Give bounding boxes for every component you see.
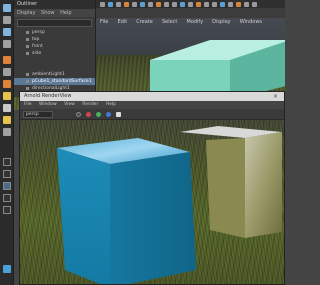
outliner-menu-help[interactable]: Help: [60, 10, 71, 16]
lasso-tool-icon[interactable]: [3, 16, 11, 24]
toolbar-icon[interactable]: [148, 1, 153, 7]
list-item[interactable]: side: [14, 50, 95, 57]
layout-four-icon[interactable]: [3, 170, 11, 178]
scale-tool-icon[interactable]: [3, 68, 11, 76]
list-item[interactable]: top: [14, 36, 95, 43]
menu-windows[interactable]: Windows: [240, 19, 262, 25]
render-menu-help[interactable]: Help: [106, 102, 116, 107]
render-stop-icon[interactable]: [76, 112, 81, 117]
viewport-menubar: File Edit Create Select Modify Display W…: [96, 8, 285, 25]
list-item-label: top: [32, 37, 40, 42]
list-item-label: side: [32, 51, 42, 56]
menu-edit[interactable]: Edit: [117, 19, 127, 25]
red-channel-icon[interactable]: [86, 112, 91, 117]
outliner-menubar: Display Show Help: [14, 9, 95, 17]
close-icon[interactable]: ×: [273, 92, 278, 101]
toolbar-icon[interactable]: [172, 1, 177, 7]
camera-icon: [26, 52, 29, 55]
menu-create[interactable]: Create: [136, 19, 153, 25]
camera-icon[interactable]: [3, 104, 11, 112]
green-channel-icon[interactable]: [96, 112, 101, 117]
toolbar-icon[interactable]: [156, 1, 161, 7]
layout-single-icon[interactable]: [3, 158, 11, 166]
list-item[interactable]: front: [14, 43, 95, 50]
camera-select[interactable]: persp: [23, 111, 53, 118]
toolbar-icon[interactable]: [220, 1, 225, 7]
menu-modify[interactable]: Modify: [187, 19, 204, 25]
toolbar-icon[interactable]: [180, 1, 185, 7]
select-tool-icon[interactable]: [3, 4, 11, 12]
render-menu-render[interactable]: Render: [82, 102, 98, 107]
tool-box: [0, 0, 14, 285]
camera-icon: [26, 38, 29, 41]
blue-channel-icon[interactable]: [106, 112, 111, 117]
render-view-window: Arnold RenderView × File Window View Ren…: [19, 91, 285, 285]
toolbar-icon[interactable]: [228, 1, 233, 7]
render-toolbar: persp: [20, 109, 284, 120]
light-icon: [26, 87, 29, 90]
toolbar-icon[interactable]: [124, 1, 129, 7]
maya-workspace: File Edit Create Select Modify Display W…: [0, 0, 285, 285]
render-window-titlebar[interactable]: Arnold RenderView ×: [20, 92, 284, 101]
toolbar-icon[interactable]: [236, 1, 241, 7]
toolbar-icon[interactable]: [100, 1, 105, 7]
mesh-icon: [26, 80, 29, 83]
list-item[interactable]: persp: [14, 29, 95, 36]
toolbar-icon[interactable]: [108, 1, 113, 7]
list-item[interactable]: ambientLight1: [14, 71, 95, 78]
list-item-label: pCube1_standardSurface1: [32, 79, 92, 84]
render-window-title: Arnold RenderView: [24, 93, 72, 99]
camera-icon: [26, 31, 29, 34]
menu-file[interactable]: File: [100, 19, 108, 25]
paint-select-icon[interactable]: [3, 28, 11, 36]
metal-cube-front: [206, 138, 245, 238]
toolbar-icon[interactable]: [132, 1, 137, 7]
render-window-menubar: File Window View Render Help: [20, 101, 284, 109]
toolbar-icon[interactable]: [196, 1, 201, 7]
outliner-title: Outliner: [14, 0, 95, 9]
list-item-selected[interactable]: pCube1_standardSurface1: [14, 78, 95, 85]
render-menu-file[interactable]: File: [24, 102, 32, 107]
layout-grid-icon[interactable]: [3, 194, 11, 202]
toolbar-icon[interactable]: [252, 1, 257, 7]
toolbar-icon[interactable]: [204, 1, 209, 7]
layout-side-icon[interactable]: [3, 182, 11, 190]
render-image[interactable]: [20, 120, 284, 284]
camera-icon: [26, 45, 29, 48]
outliner-menu-display[interactable]: Display: [17, 10, 35, 16]
maya-logo-icon: [3, 265, 11, 273]
blue-cube-front: [57, 148, 110, 284]
outliner-search-input[interactable]: [17, 19, 92, 27]
toolbar-icon[interactable]: [116, 1, 121, 7]
toolbar-icon[interactable]: [244, 1, 249, 7]
light-icon: [26, 73, 29, 76]
toolbar-icon[interactable]: [212, 1, 217, 7]
light-icon[interactable]: [3, 80, 11, 88]
move-tool-icon[interactable]: [3, 40, 11, 48]
toolbar-icon[interactable]: [140, 1, 145, 7]
metal-cube-side: [245, 132, 282, 238]
list-item-label: ambientLight1: [32, 72, 65, 77]
rotate-tool-icon[interactable]: [3, 56, 11, 64]
toolbar-icon[interactable]: [188, 1, 193, 7]
menu-select[interactable]: Select: [162, 19, 177, 25]
list-item-label: front: [32, 44, 43, 49]
list-item-label: persp: [32, 30, 45, 35]
toolbar-icon[interactable]: [164, 1, 169, 7]
render-menu-view[interactable]: View: [64, 102, 75, 107]
zoom-icon[interactable]: [3, 206, 11, 214]
rendered-cubes: [57, 126, 282, 284]
outliner-menu-show[interactable]: Show: [41, 10, 55, 16]
blue-cube-side: [110, 152, 196, 284]
snapshot-icon[interactable]: [116, 112, 121, 117]
menu-display[interactable]: Display: [212, 19, 230, 25]
sun-icon[interactable]: [3, 92, 11, 100]
area-light-icon[interactable]: [3, 116, 11, 124]
render-menu-window[interactable]: Window: [39, 102, 57, 107]
status-line-toolbar: [96, 0, 285, 8]
outliner-panel: Outliner Display Show Help persp top fro…: [14, 0, 96, 97]
arnold-icon[interactable]: [3, 128, 11, 136]
